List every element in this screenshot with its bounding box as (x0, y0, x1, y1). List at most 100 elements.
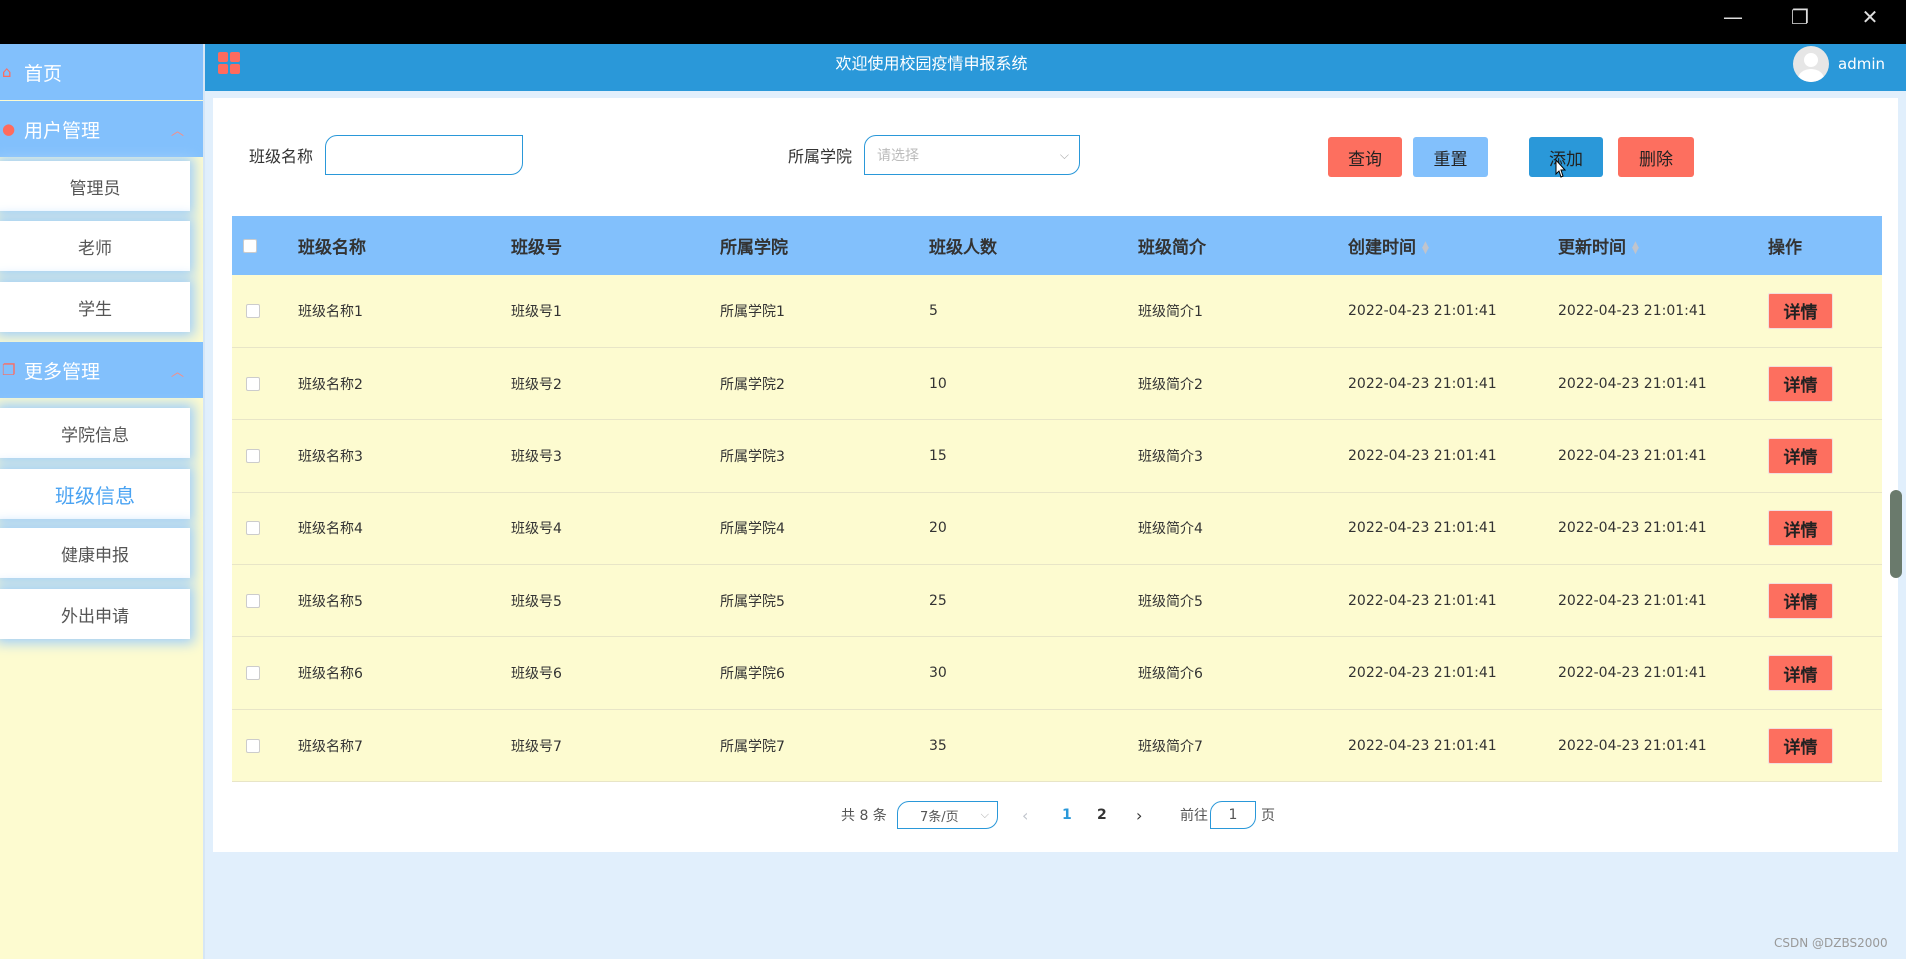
avatar[interactable] (1793, 46, 1829, 82)
table-cell: 2022-04-23 21:01:41 (1348, 737, 1497, 754)
page-title: 欢迎使用校园疫情申报系统 (835, 54, 1028, 73)
row-checkbox[interactable] (246, 376, 260, 391)
sidebar-group-label: 更多管理 (24, 360, 101, 383)
chevron-down-icon: ⌵ (1059, 147, 1069, 162)
table-row: 班级名称5 班级号5 所属学院5 25 班级简介5 2022-04-23 21:01:41… (232, 564, 1882, 637)
next-page-icon[interactable]: › (1136, 800, 1142, 830)
row-checkbox[interactable] (246, 448, 260, 463)
prev-page-icon[interactable]: ‹ (1022, 800, 1028, 830)
table-row: 班级名称1 班级号1 所属学院1 5 班级简介1 2022-04-23 21:01:41 2… (232, 275, 1882, 348)
detail-button[interactable]: 详情 (1768, 510, 1833, 547)
page-number-1[interactable]: 1 (1062, 800, 1072, 830)
sidebar-item-teacher[interactable]: 老师 (0, 221, 190, 271)
user-icon: ● (2, 120, 16, 138)
close-button[interactable]: ✕ (1840, 0, 1900, 34)
detail-button[interactable]: 详情 (1768, 655, 1833, 692)
table-cell: 班级名称4 (298, 521, 363, 538)
table-cell: 所属学院5 (720, 593, 785, 610)
query-button[interactable]: 查询 (1328, 137, 1402, 177)
sidebar-group-more-management[interactable]: ❐ 更多管理 ︿ (0, 342, 204, 398)
row-checkbox[interactable] (246, 521, 260, 536)
sidebar-divider (203, 44, 205, 959)
sidebar-item-admin[interactable]: 管理员 (0, 161, 190, 211)
table-cell: 2022-04-23 21:01:41 (1558, 375, 1707, 392)
sidebar: ⌂ 首页 ● 用户管理 ︿ 管理员 老师 学生 ❐ 更多管理 ︿ 学院信息 班级… (0, 44, 204, 959)
table-cell: 班级号1 (511, 303, 562, 320)
row-checkbox[interactable] (246, 593, 260, 608)
table-cell: 班级简介6 (1138, 666, 1203, 683)
row-checkbox[interactable] (246, 738, 260, 753)
page-size-value: 7条/页 (920, 809, 959, 825)
table-cell: 2022-04-23 21:01:41 (1558, 592, 1707, 609)
column-header-sortable[interactable]: 更新时间 ▲ ▼ (1558, 216, 1768, 275)
table-cell: 5 (929, 302, 938, 319)
sidebar-item-home[interactable]: ⌂ 首页 (0, 44, 204, 100)
page-size-select[interactable]: 7条/页 ⌵ (897, 801, 998, 829)
detail-button[interactable]: 详情 (1768, 727, 1833, 764)
sidebar-item-class-info[interactable]: 班级信息 (0, 469, 190, 519)
table-cell: 所属学院6 (720, 666, 785, 683)
table-cell: 班级号2 (511, 376, 562, 393)
table-cell: 班级简介4 (1138, 521, 1203, 538)
sidebar-group-user-management[interactable]: ● 用户管理 ︿ (0, 101, 204, 157)
table-cell: 班级号4 (511, 521, 562, 538)
class-table: 班级名称 班级号 所属学院 班级人数 班级简介 创建时间 ▲ ▼ 更新时间 ▲ ▼ 操作… (232, 216, 1882, 782)
table-cell: 2022-04-23 21:01:41 (1348, 302, 1497, 319)
delete-button[interactable]: 删除 (1618, 137, 1694, 177)
sidebar-group-label: 用户管理 (24, 119, 101, 142)
detail-button[interactable]: 详情 (1768, 582, 1833, 619)
detail-button[interactable]: 详情 (1768, 292, 1833, 329)
sort-icon[interactable]: ▲ ▼ (1422, 241, 1429, 256)
page-suffix: 页 (1261, 808, 1275, 824)
row-checkbox[interactable] (246, 666, 260, 681)
restore-button[interactable]: ❐ (1770, 0, 1830, 34)
table-cell: 班级简介5 (1138, 593, 1203, 610)
table-cell: 2022-04-23 21:01:41 (1558, 737, 1707, 754)
table-cell: 班级简介2 (1138, 376, 1203, 393)
detail-button[interactable]: 详情 (1768, 437, 1833, 474)
column-header-label: 更新时间 (1558, 238, 1626, 258)
sidebar-item-college-info[interactable]: 学院信息 (0, 408, 190, 458)
table-cell: 班级简介1 (1138, 303, 1203, 320)
table-cell: 2022-04-23 21:01:41 (1348, 520, 1497, 537)
class-name-input[interactable] (325, 135, 523, 175)
header-bar: 欢迎使用校园疫情申报系统 admin (205, 44, 1906, 91)
college-label: 所属学院 (788, 147, 853, 166)
scrollbar-thumb[interactable] (1890, 490, 1902, 578)
sidebar-home-label: 首页 (24, 62, 63, 85)
table-cell: 班级简介3 (1138, 448, 1203, 465)
reset-button[interactable]: 重置 (1413, 137, 1488, 177)
goto-page-input[interactable]: 1 (1210, 801, 1256, 829)
table-row: 班级名称2 班级号2 所属学院2 10 班级简介2 2022-04-23 21:01:41… (232, 347, 1882, 420)
select-all-checkbox[interactable] (243, 238, 257, 253)
sidebar-item-outing-request[interactable]: 外出申请 (0, 589, 190, 639)
minimize-button[interactable]: — (1703, 0, 1763, 34)
table-cell: 2022-04-23 21:01:41 (1558, 520, 1707, 537)
row-checkbox[interactable] (246, 303, 260, 318)
page-number-2[interactable]: 2 (1097, 800, 1107, 830)
table-row: 班级名称4 班级号4 所属学院4 20 班级简介4 2022-04-23 21:01:41… (232, 492, 1882, 565)
college-select[interactable]: 请选择 ⌵ (864, 135, 1080, 175)
table-cell: 班级号6 (511, 666, 562, 683)
table-cell: 班级名称2 (298, 376, 363, 393)
table-cell: 所属学院3 (720, 448, 785, 465)
table-cell: 班级名称5 (298, 593, 363, 610)
username[interactable]: admin (1838, 44, 1885, 84)
sort-icon[interactable]: ▲ ▼ (1632, 241, 1639, 256)
column-header: 所属学院 (720, 238, 788, 258)
column-header-sortable[interactable]: 创建时间 ▲ ▼ (1348, 216, 1558, 275)
table-cell: 35 (929, 737, 947, 754)
column-header: 班级名称 (298, 238, 366, 258)
pagination: 共 8 条 (841, 800, 887, 830)
detail-button[interactable]: 详情 (1768, 365, 1833, 402)
sidebar-item-health-report[interactable]: 健康申报 (0, 528, 190, 578)
table-cell: 所属学院7 (720, 738, 785, 755)
table-cell: 2022-04-23 21:01:41 (1558, 665, 1707, 682)
table-cell: 班级名称7 (298, 738, 363, 755)
table-cell: 10 (929, 375, 947, 392)
chevron-up-icon: ︿ (170, 123, 184, 139)
watermark: CSDN @DZBS2000 (1774, 936, 1888, 950)
sidebar-item-student[interactable]: 学生 (0, 282, 190, 332)
class-name-label: 班级名称 (249, 147, 314, 166)
table-header-row: 班级名称 班级号 所属学院 班级人数 班级简介 创建时间 ▲ ▼ 更新时间 ▲ ▼ 操作 (232, 216, 1882, 275)
